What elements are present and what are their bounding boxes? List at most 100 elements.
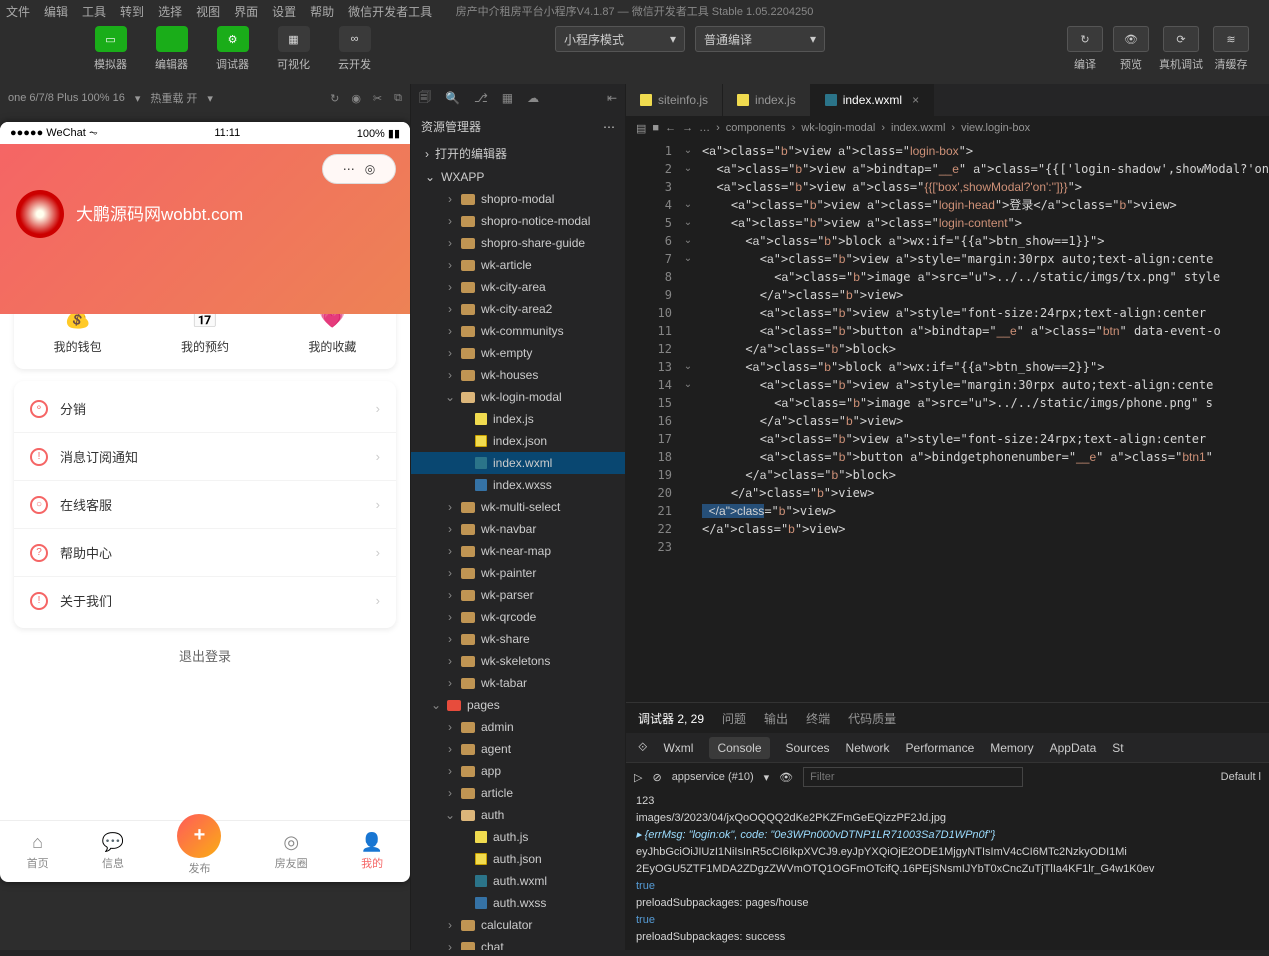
tree-admin[interactable]: ›admin — [411, 716, 625, 738]
tree-shopro-modal[interactable]: ›shopro-modal — [411, 188, 625, 210]
nav-icon[interactable]: ▤ — [636, 122, 646, 135]
edtab-index.wxml[interactable]: index.wxml× — [811, 84, 934, 116]
btab-问题[interactable]: 问题 — [722, 710, 746, 727]
btab-代码质量[interactable]: 代码质量 — [848, 710, 896, 727]
tab-房友圈[interactable]: ◎房友圈 — [275, 832, 308, 871]
ext-icon[interactable]: ▦ — [502, 91, 513, 105]
tab-信息[interactable]: 💬信息 — [102, 832, 124, 871]
tree-auth.wxss[interactable]: auth.wxss — [411, 892, 625, 914]
tree-wk-article[interactable]: ›wk-article — [411, 254, 625, 276]
menu-工具[interactable]: 工具 — [82, 3, 106, 20]
avatar[interactable] — [16, 190, 64, 238]
code-area[interactable]: <a">class="b">view a">class="login-box">… — [696, 140, 1269, 702]
menu-界面[interactable]: 界面 — [234, 3, 258, 20]
tab-发布[interactable]: +发布 — [177, 828, 221, 876]
crumb-…[interactable]: … — [699, 122, 710, 134]
menu-在线客服[interactable]: ○在线客服› — [14, 481, 396, 529]
mode-dropdown[interactable]: 小程序模式▾ — [555, 26, 685, 52]
console-clear-icon[interactable]: ▷ — [634, 771, 642, 784]
tree-wk-skeletons[interactable]: ›wk-skeletons — [411, 650, 625, 672]
tree-wk-empty[interactable]: ›wk-empty — [411, 342, 625, 364]
menu-微信开发者工具[interactable]: 微信开发者工具 — [348, 3, 432, 20]
btab-终端[interactable]: 终端 — [806, 710, 830, 727]
more-icon[interactable]: ⋯ — [603, 120, 615, 134]
devtab-Sources[interactable]: Sources — [786, 741, 830, 755]
btab-输出[interactable]: 输出 — [764, 710, 788, 727]
toolbar-调试器[interactable]: ⚙调试器 — [202, 26, 263, 72]
console-output[interactable]: 123images/3/2023/04/jxQoOQQQ2dKe2PKZFmGe… — [626, 791, 1269, 950]
tab-首页[interactable]: ⌂首页 — [27, 832, 49, 871]
git-icon[interactable]: ⎇ — [474, 91, 488, 105]
menu-帮助[interactable]: 帮助 — [310, 3, 334, 20]
devtab-Performance[interactable]: Performance — [906, 741, 975, 755]
tree-shopro-notice-modal[interactable]: ›shopro-notice-modal — [411, 210, 625, 232]
tree-wk-near-map[interactable]: ›wk-near-map — [411, 540, 625, 562]
sim-record-icon[interactable]: ◉ — [351, 92, 361, 105]
devtab-Memory[interactable]: Memory — [990, 741, 1033, 755]
crumb-components[interactable]: components — [726, 122, 786, 134]
eye-icon[interactable]: 👁 — [779, 771, 793, 784]
nav-icon[interactable]: → — [682, 122, 693, 134]
tree-wk-qrcode[interactable]: ›wk-qrcode — [411, 606, 625, 628]
collapse-icon[interactable]: ⇤ — [607, 91, 617, 105]
console-stop-icon[interactable]: ⊘ — [652, 771, 661, 784]
tree-wk-houses[interactable]: ›wk-houses — [411, 364, 625, 386]
crumb-view.login-box[interactable]: view.login-box — [961, 122, 1030, 134]
tree-wk-city-area2[interactable]: ›wk-city-area2 — [411, 298, 625, 320]
crumb-index.wxml[interactable]: index.wxml — [891, 122, 945, 134]
edtab-siteinfo.js[interactable]: siteinfo.js — [626, 84, 723, 116]
tree-wk-parser[interactable]: ›wk-parser — [411, 584, 625, 606]
devtab-Console[interactable]: Console — [709, 737, 769, 759]
toolbar-模拟器[interactable]: ▭模拟器 — [80, 26, 141, 72]
tree-index.wxml[interactable]: index.wxml — [411, 452, 625, 474]
menu-消息订阅通知[interactable]: !消息订阅通知› — [14, 433, 396, 481]
devtab-Wxml[interactable]: Wxml — [663, 741, 693, 755]
tree-wk-login-modal[interactable]: ⌄wk-login-modal — [411, 386, 625, 408]
nav-icon[interactable]: ← — [665, 122, 676, 134]
devtab-St[interactable]: St — [1112, 741, 1123, 755]
toolbar-清缓存[interactable]: ≋清缓存 — [1213, 26, 1249, 72]
section-open-editors[interactable]: ›打开的编辑器 — [411, 141, 625, 166]
console-context[interactable]: appservice (#10) — [672, 771, 754, 783]
menu-转到[interactable]: 转到 — [120, 3, 144, 20]
console-filter[interactable] — [803, 767, 1023, 787]
compile-dropdown[interactable]: 普通编译▾ — [695, 26, 825, 52]
crumb-wk-login-modal[interactable]: wk-login-modal — [801, 122, 875, 134]
tab-我的[interactable]: 👤我的 — [361, 832, 383, 871]
toolbar-真机调试[interactable]: ⟳真机调试 — [1159, 26, 1203, 72]
menu-设置[interactable]: 设置 — [272, 3, 296, 20]
tree-chat[interactable]: ›chat — [411, 936, 625, 950]
sim-window-icon[interactable]: ⧉ — [394, 92, 402, 105]
menu-视图[interactable]: 视图 — [196, 3, 220, 20]
menu-选择[interactable]: 选择 — [158, 3, 182, 20]
tree-auth.js[interactable]: auth.js — [411, 826, 625, 848]
edtab-index.js[interactable]: index.js — [723, 84, 811, 116]
menu-文件[interactable]: 文件 — [6, 3, 30, 20]
cloud-icon[interactable]: ☁ — [527, 91, 539, 105]
hot-reload[interactable]: 热重载 开 — [150, 90, 197, 106]
close-icon[interactable]: × — [912, 93, 919, 107]
menu-帮助中心[interactable]: ?帮助中心› — [14, 529, 396, 577]
tree-pages[interactable]: ⌄pages — [411, 694, 625, 716]
tree-app[interactable]: ›app — [411, 760, 625, 782]
menu-分销[interactable]: ⚬分销› — [14, 385, 396, 433]
btab-调试器 2, 29[interactable]: 调试器 2, 29 — [638, 710, 704, 727]
tree-auth.json[interactable]: auth.json — [411, 848, 625, 870]
tree-calculator[interactable]: ›calculator — [411, 914, 625, 936]
tree-index.json[interactable]: index.json — [411, 430, 625, 452]
device-label[interactable]: one 6/7/8 Plus 100% 16 — [8, 92, 125, 104]
tree-wk-tabar[interactable]: ›wk-tabar — [411, 672, 625, 694]
tree-agent[interactable]: ›agent — [411, 738, 625, 760]
tree-wk-communitys[interactable]: ›wk-communitys — [411, 320, 625, 342]
toolbar-预览[interactable]: 👁预览 — [1113, 26, 1149, 72]
tree-wk-multi-select[interactable]: ›wk-multi-select — [411, 496, 625, 518]
devtab-AppData[interactable]: AppData — [1050, 741, 1097, 755]
search-icon[interactable]: 🔍 — [445, 91, 460, 105]
toolbar-云开发[interactable]: ∞云开发 — [324, 26, 385, 72]
tree-auth.wxml[interactable]: auth.wxml — [411, 870, 625, 892]
tree-shopro-share-guide[interactable]: ›shopro-share-guide — [411, 232, 625, 254]
sim-cut-icon[interactable]: ✂ — [373, 92, 382, 105]
files-icon[interactable]: 🗐 — [419, 88, 431, 109]
tree-index.wxss[interactable]: index.wxss — [411, 474, 625, 496]
tree-auth[interactable]: ⌄auth — [411, 804, 625, 826]
